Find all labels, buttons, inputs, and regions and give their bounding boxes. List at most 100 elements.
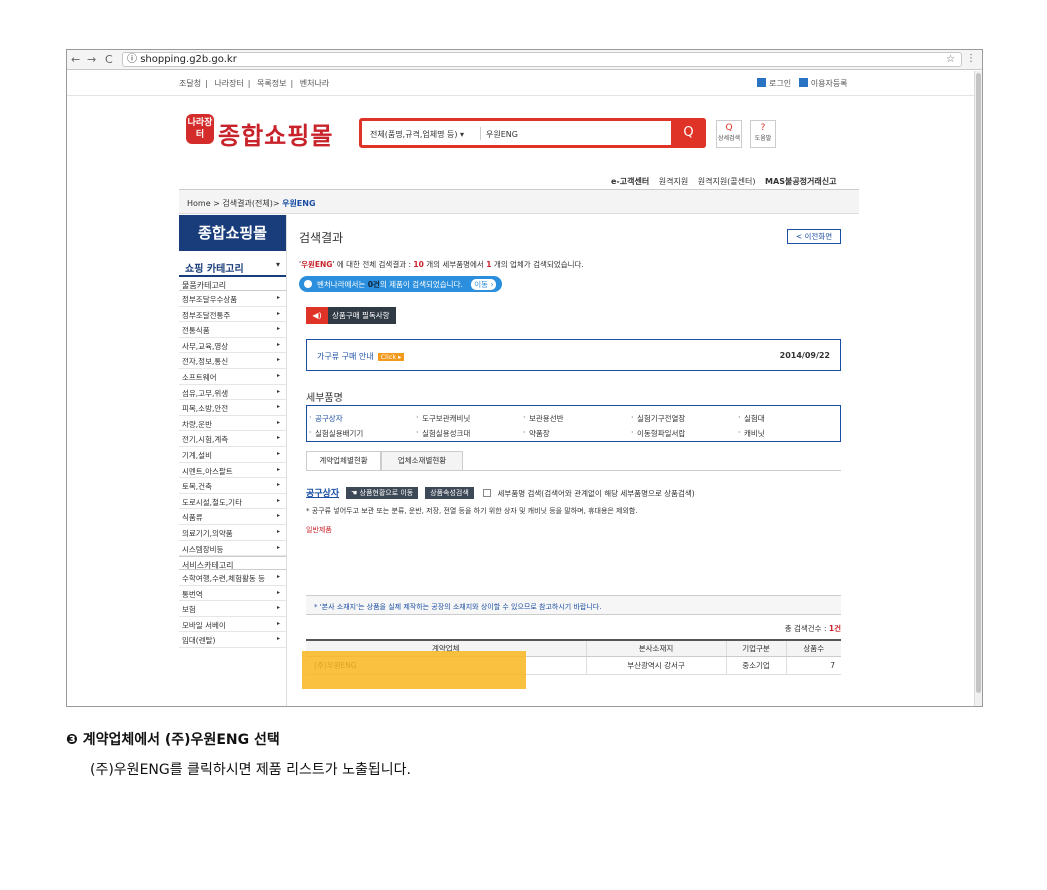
- go-status-button[interactable]: ☚ 상품현황으로 이동: [346, 487, 419, 499]
- detail-category-item[interactable]: 보관용선반: [529, 413, 564, 424]
- sidebar-item[interactable]: 통번역 ▸: [179, 586, 286, 602]
- util-link-venture[interactable]: 벤처나라: [300, 79, 329, 88]
- forward-icon[interactable]: →: [87, 53, 96, 66]
- notice-move-button[interactable]: 이동 ›: [471, 279, 497, 290]
- chevron-right-icon: ▸: [276, 387, 280, 395]
- sidebar-item[interactable]: 정부조달우수상품 ▸: [179, 291, 286, 307]
- login-link[interactable]: 로그인: [769, 79, 791, 88]
- count-value: 1건: [828, 624, 841, 633]
- sidebar-item[interactable]: 피복,소방,안전 ▸: [179, 400, 286, 416]
- sidebar-item[interactable]: 수학여행,수련,체험활동 등 ▸: [179, 570, 286, 586]
- sidebar-item[interactable]: 시멘트,아스팔트 ▸: [179, 463, 286, 479]
- sidebar-item[interactable]: 전기,시험,계측 ▸: [179, 431, 286, 447]
- scrollbar[interactable]: [974, 71, 982, 706]
- reload-icon[interactable]: C: [105, 53, 113, 66]
- search-input[interactable]: 우원ENG: [486, 129, 518, 140]
- detail-category-item[interactable]: 공구상자: [315, 413, 343, 424]
- shopping-category-toggle[interactable]: 쇼핑 카테고리 ▾: [179, 251, 286, 277]
- sidebar-item[interactable]: 사무,교육,영상 ▸: [179, 338, 286, 354]
- detail-category-item[interactable]: 이동형파일서랍: [637, 428, 685, 439]
- furniture-guide-banner[interactable]: 가구류 구매 안내 Click ▸ 2014/09/22: [306, 339, 841, 371]
- detail-search-checkbox[interactable]: [482, 489, 491, 497]
- prev-page-button[interactable]: < 이전화면: [787, 229, 841, 244]
- sidebar-item[interactable]: 시스템장비등 ▸: [179, 541, 286, 557]
- search-category-select[interactable]: 전체(품명,규격,업체명 등) ▾: [370, 129, 464, 140]
- sidebar-item-label: 소프트웨어: [182, 372, 217, 382]
- search-icon: Q: [683, 125, 694, 140]
- site-logo-title[interactable]: 종합쇼핑몰: [218, 116, 333, 151]
- sidebar-item[interactable]: 보험 ▸: [179, 601, 286, 617]
- sidebar-item-label: 전자,정보,통신: [182, 357, 229, 367]
- detail-category-item[interactable]: 실험실용배기기: [315, 428, 363, 439]
- link-remote-support[interactable]: 원격지원: [659, 177, 688, 186]
- chevron-right-icon: ▸: [276, 619, 280, 627]
- util-link-catalog[interactable]: 목록정보: [257, 79, 286, 88]
- sidebar-item-label: 수학여행,수련,체험활동 등: [182, 574, 266, 584]
- detail-category-item[interactable]: 캐비닛: [744, 428, 765, 439]
- tab-by-vendor[interactable]: 계약업체별현황: [306, 451, 381, 471]
- logo-badge[interactable]: 나라장터: [186, 114, 214, 144]
- link-remote-callcenter[interactable]: 원격지원(콜센터): [698, 177, 756, 186]
- sidebar-item[interactable]: 전자,정보,통신 ▸: [179, 353, 286, 369]
- detail-category-item[interactable]: 약품장: [529, 428, 550, 439]
- breadcrumb-home[interactable]: Home >: [187, 199, 220, 208]
- sidebar-item[interactable]: 도로시설,철도,기타 ▸: [179, 494, 286, 510]
- detail-category-item[interactable]: 실험대: [744, 413, 765, 424]
- join-icon: [798, 78, 808, 87]
- bookmark-star-icon[interactable]: ☆: [946, 53, 955, 66]
- sidebar-item[interactable]: 토목,건축 ▸: [179, 478, 286, 494]
- sidebar-item[interactable]: 임대(렌탈) ▸: [179, 632, 286, 649]
- sidebar-item[interactable]: 기계,설비 ▸: [179, 447, 286, 463]
- bullet: ·: [309, 428, 312, 437]
- sidebar-item-label: 도로시설,철도,기타: [182, 497, 242, 507]
- browser-menu-icon[interactable]: ⋮: [966, 53, 976, 64]
- link-mas-report[interactable]: MAS불공정거래신고: [765, 177, 836, 186]
- detail-category-item[interactable]: 실험실용성크대: [422, 428, 470, 439]
- sidebar-header: 종합쇼핑몰: [179, 215, 286, 251]
- util-link-pps[interactable]: 조달청: [179, 79, 201, 88]
- guide-label[interactable]: 가구류 구매 안내: [317, 352, 374, 361]
- click-badge[interactable]: Click ▸: [377, 353, 405, 361]
- product-name-link[interactable]: 공구상자: [306, 489, 339, 499]
- search-button[interactable]: Q: [671, 118, 706, 148]
- sidebar-item[interactable]: 소프트웨어 ▸: [179, 369, 286, 385]
- link-customer-center[interactable]: e-고객센터: [611, 177, 649, 186]
- summary-text: 개의 세부품명에서: [423, 260, 487, 269]
- goods-category-list: 정부조달우수상품 ▸ 정부조달전통주 ▸ 전통식품 ▸ 사무,교육,영상 ▸ 전자,정보,통신 ▸…: [179, 291, 286, 557]
- back-icon[interactable]: ←: [71, 53, 80, 66]
- attr-search-button[interactable]: 상품속성검색: [425, 487, 474, 499]
- url-text: shopping.g2b.go.kr: [140, 54, 237, 65]
- info-dot-icon: [304, 280, 312, 288]
- detail-category-item[interactable]: 도구보관캐비닛: [422, 413, 470, 424]
- sidebar-item-label: 차량,운반: [182, 419, 212, 429]
- breadcrumb-results[interactable]: 검색결과(전체)>: [222, 199, 279, 208]
- help-button[interactable]: ? 도움말: [750, 120, 776, 148]
- divider: [480, 127, 481, 140]
- join-link[interactable]: 이용자등록: [811, 79, 848, 88]
- address-bar[interactable]: ⓘ shopping.g2b.go.kr ☆: [122, 52, 962, 67]
- detail-category-item[interactable]: 실험기구전열장: [637, 413, 685, 424]
- chevron-right-icon: ▸: [276, 356, 280, 364]
- sidebar-item-label: 보험: [182, 605, 196, 615]
- purchase-notice-label: 상품구매 필독사항: [332, 311, 390, 320]
- detail-category-box: · 공구상자 · 도구보관캐비닛 · 보관용선반 · 실험기구전열장 · 실험대 · 실험…: [306, 405, 841, 442]
- sidebar-item[interactable]: 섬유,고무,위생 ▸: [179, 385, 286, 401]
- sidebar-item-label: 식품류: [182, 513, 203, 523]
- chevron-right-icon: ▸: [276, 449, 280, 457]
- sidebar-item-label: 통번역: [182, 589, 203, 599]
- sidebar-item[interactable]: 차량,운반 ▸: [179, 416, 286, 432]
- tab-by-region[interactable]: 업체소재별현황: [381, 451, 463, 471]
- sidebar-item[interactable]: 의료기기,의약품 ▸: [179, 525, 286, 541]
- browser-window: ← → C ⓘ shopping.g2b.go.kr ☆ ⋮ 조달청 | 나라장터…: [66, 49, 983, 707]
- purchase-notice-button[interactable]: ◀) 상품구매 필독사항: [306, 307, 396, 324]
- separator: |: [247, 79, 251, 88]
- scrollbar-thumb[interactable]: [976, 73, 981, 693]
- sidebar-item[interactable]: 정부조달전통주 ▸: [179, 307, 286, 323]
- sidebar-item[interactable]: 모바일 서베이 ▸: [179, 617, 286, 633]
- util-link-g2b[interactable]: 나라장터: [214, 79, 243, 88]
- sidebar: 종합쇼핑몰 쇼핑 카테고리 ▾ 물품카테고리 정부조달우수상품 ▸ 정부조달전통주 ▸…: [179, 215, 287, 706]
- sidebar-item[interactable]: 전통식품 ▸: [179, 322, 286, 338]
- sidebar-item[interactable]: 식품류 ▸: [179, 509, 286, 525]
- utility-links: 조달청 | 나라장터 | 목록정보 | 벤처나라: [179, 78, 333, 89]
- detail-search-button[interactable]: Q 상세검색: [716, 120, 742, 148]
